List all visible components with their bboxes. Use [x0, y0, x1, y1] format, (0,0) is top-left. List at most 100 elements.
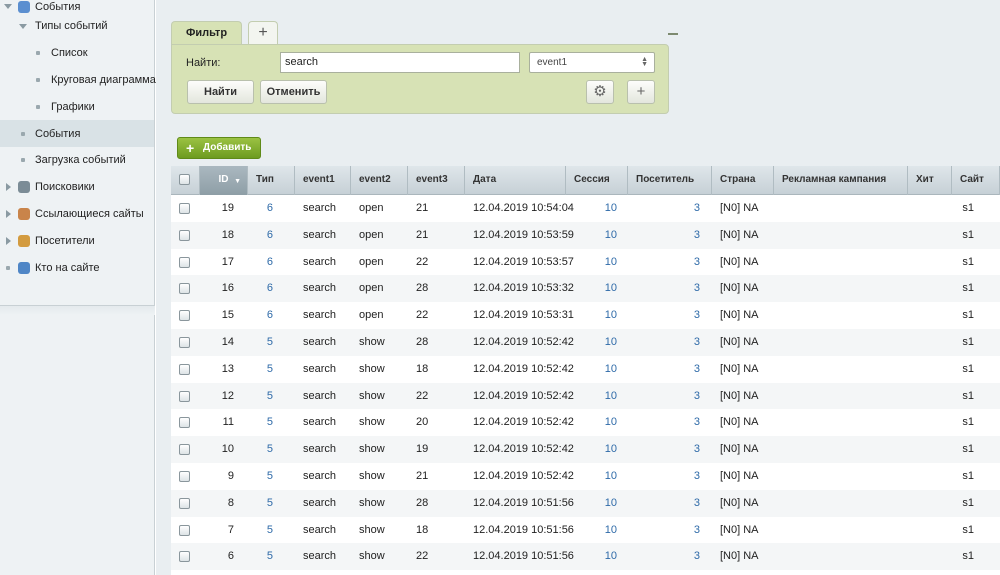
cell-session-link[interactable]: 10	[566, 463, 628, 490]
row-checkbox[interactable]	[179, 229, 190, 241]
row-checkbox[interactable]	[179, 203, 190, 214]
column-header[interactable]: Рекламная кампания	[774, 166, 908, 195]
expand-right-icon[interactable]	[6, 183, 11, 192]
row-checkbox[interactable]	[179, 551, 190, 563]
add-filter-tab-button[interactable]: +	[248, 21, 279, 45]
table-row[interactable]: 12 5 search show 22 12.04.2019 10:52:42 10 3 [N0…	[171, 382, 1000, 410]
sidebar-item[interactable]: Типы событий	[0, 13, 154, 40]
sidebar-item[interactable]: Загрузка событий	[0, 147, 154, 174]
cell-visitor-link[interactable]: 3	[628, 543, 712, 570]
cell-visitor-link[interactable]: 3	[628, 275, 712, 302]
cell-session-link[interactable]: 10	[566, 409, 628, 436]
cell-session-link[interactable]: 10	[566, 490, 628, 517]
column-header[interactable]: Страна	[712, 166, 774, 195]
cell-type-link[interactable]: 5	[248, 517, 295, 544]
column-header[interactable]: Посетитель	[628, 166, 712, 195]
sidebar-item[interactable]: Поисковики	[0, 174, 154, 201]
cell-type-link[interactable]: 6	[248, 275, 295, 302]
table-row[interactable]: 10 5 search show 19 12.04.2019 10:52:42 10 3 [N0…	[171, 436, 1000, 463]
table-row[interactable]: 6 5 search show 22 12.04.2019 10:51:56 10 3 [N0]…	[171, 543, 1000, 571]
column-header[interactable]: Дата	[465, 166, 566, 195]
row-checkbox[interactable]	[179, 417, 190, 429]
cell-type-link[interactable]: 6	[248, 302, 295, 329]
column-header[interactable]: event3	[408, 166, 465, 195]
cell-session-link[interactable]: 10	[566, 302, 628, 329]
column-header[interactable]: event1	[295, 166, 351, 195]
row-checkbox[interactable]	[179, 283, 190, 295]
cell-type-link[interactable]: 6	[248, 249, 295, 276]
cell-session-link[interactable]: 10	[566, 222, 628, 249]
cell-type-link[interactable]: 5	[248, 356, 295, 383]
cell-session-link[interactable]: 10	[566, 275, 628, 302]
settings-button[interactable]: ⚙	[586, 80, 614, 104]
tab-filter[interactable]: Фильтр	[171, 21, 243, 45]
sidebar-item[interactable]: События	[0, 0, 154, 13]
table-row[interactable]: 7 5 search show 18 12.04.2019 10:51:56 10 3 [N0]…	[171, 517, 1000, 544]
row-checkbox[interactable]	[179, 497, 190, 509]
cell-session-link[interactable]: 10	[566, 383, 628, 410]
sidebar-item[interactable]: Список	[0, 40, 154, 67]
table-row[interactable]: 19 6 search open 21 12.04.2019 10:54:04 10 3 [N0…	[171, 195, 1000, 222]
cell-type-link[interactable]: 5	[248, 329, 295, 356]
expand-right-icon[interactable]	[6, 236, 11, 245]
cell-visitor-link[interactable]: 3	[628, 409, 712, 436]
field-select[interactable]: event1 ▲ ▼	[529, 52, 655, 73]
cell-visitor-link[interactable]: 3	[628, 383, 712, 410]
table-row[interactable]: 8 5 search show 28 12.04.2019 10:51:56 10 3 [N0]…	[171, 489, 1000, 517]
row-checkbox[interactable]	[179, 310, 190, 322]
cell-session-link[interactable]: 10	[566, 249, 628, 276]
column-header[interactable]: Сессия	[566, 166, 628, 195]
expand-right-icon[interactable]	[6, 209, 11, 218]
table-row[interactable]: 17 6 search open 22 12.04.2019 10:53:57 10 3 [N0…	[171, 249, 1000, 276]
cell-type-link[interactable]: 5	[248, 490, 295, 517]
table-row[interactable]: 15 6 search open 22 12.04.2019 10:53:31 10 3 [N0…	[171, 302, 1000, 329]
column-header[interactable]: Тип	[248, 166, 295, 195]
add-button[interactable]: + Добавить	[177, 137, 261, 159]
sidebar-item[interactable]: Ссылающиеся сайты	[0, 201, 154, 228]
table-row[interactable]: 16 6 search open 28 12.04.2019 10:53:32 10 3 [N0…	[171, 275, 1000, 303]
cell-session-link[interactable]: 10	[566, 436, 628, 463]
cell-visitor-link[interactable]: 3	[628, 249, 712, 276]
find-button[interactable]: Найти	[187, 80, 254, 104]
add-condition-button[interactable]: +	[627, 80, 655, 104]
row-checkbox[interactable]	[179, 390, 190, 402]
cell-visitor-link[interactable]: 3	[628, 463, 712, 490]
row-checkbox[interactable]	[179, 471, 190, 482]
cell-visitor-link[interactable]: 3	[628, 195, 712, 222]
select-all-checkbox[interactable]	[179, 174, 190, 185]
row-checkbox[interactable]	[179, 256, 190, 268]
cell-session-link[interactable]: 10	[566, 329, 628, 356]
collapse-filter-icon[interactable]	[668, 33, 678, 35]
cell-type-link[interactable]: 5	[248, 436, 295, 463]
table-row[interactable]: 9 5 search show 21 12.04.2019 10:52:42 10 3 [N0]…	[171, 463, 1000, 490]
cell-visitor-link[interactable]: 3	[628, 302, 712, 329]
row-checkbox[interactable]	[179, 337, 190, 348]
sidebar-item[interactable]: Графики	[0, 93, 154, 120]
expand-down-icon[interactable]	[19, 23, 27, 29]
cell-visitor-link[interactable]: 3	[628, 436, 712, 463]
sidebar-item[interactable]: Круговая диаграмма	[0, 67, 156, 94]
expand-down-icon[interactable]	[4, 4, 12, 9]
cell-session-link[interactable]: 10	[566, 356, 628, 383]
cell-type-link[interactable]: 6	[248, 195, 295, 222]
cell-type-link[interactable]: 5	[248, 463, 295, 490]
column-header[interactable]: Хит	[908, 166, 952, 195]
search-input[interactable]: search	[280, 52, 520, 73]
row-checkbox[interactable]	[179, 444, 190, 456]
table-row[interactable]: 13 5 search show 18 12.04.2019 10:52:42 10 3 [N0…	[171, 356, 1000, 383]
cell-visitor-link[interactable]: 3	[628, 356, 712, 383]
sidebar-item[interactable]: Посетители	[0, 227, 154, 254]
column-header[interactable]: ID ▼	[200, 166, 248, 195]
cell-type-link[interactable]: 5	[248, 383, 295, 410]
cancel-button[interactable]: Отменить	[260, 80, 327, 104]
column-header[interactable]: Сайт	[952, 166, 1000, 195]
cell-type-link[interactable]: 6	[248, 222, 295, 249]
column-header[interactable]: event2	[351, 166, 408, 195]
sidebar-item[interactable]: События	[0, 120, 154, 147]
cell-type-link[interactable]: 5	[248, 409, 295, 436]
cell-visitor-link[interactable]: 3	[628, 329, 712, 356]
cell-type-link[interactable]: 5	[248, 543, 295, 570]
cell-session-link[interactable]: 10	[566, 543, 628, 570]
cell-visitor-link[interactable]: 3	[628, 222, 712, 249]
table-row[interactable]: 14 5 search show 28 12.04.2019 10:52:42 10 3 [N0…	[171, 329, 1000, 356]
